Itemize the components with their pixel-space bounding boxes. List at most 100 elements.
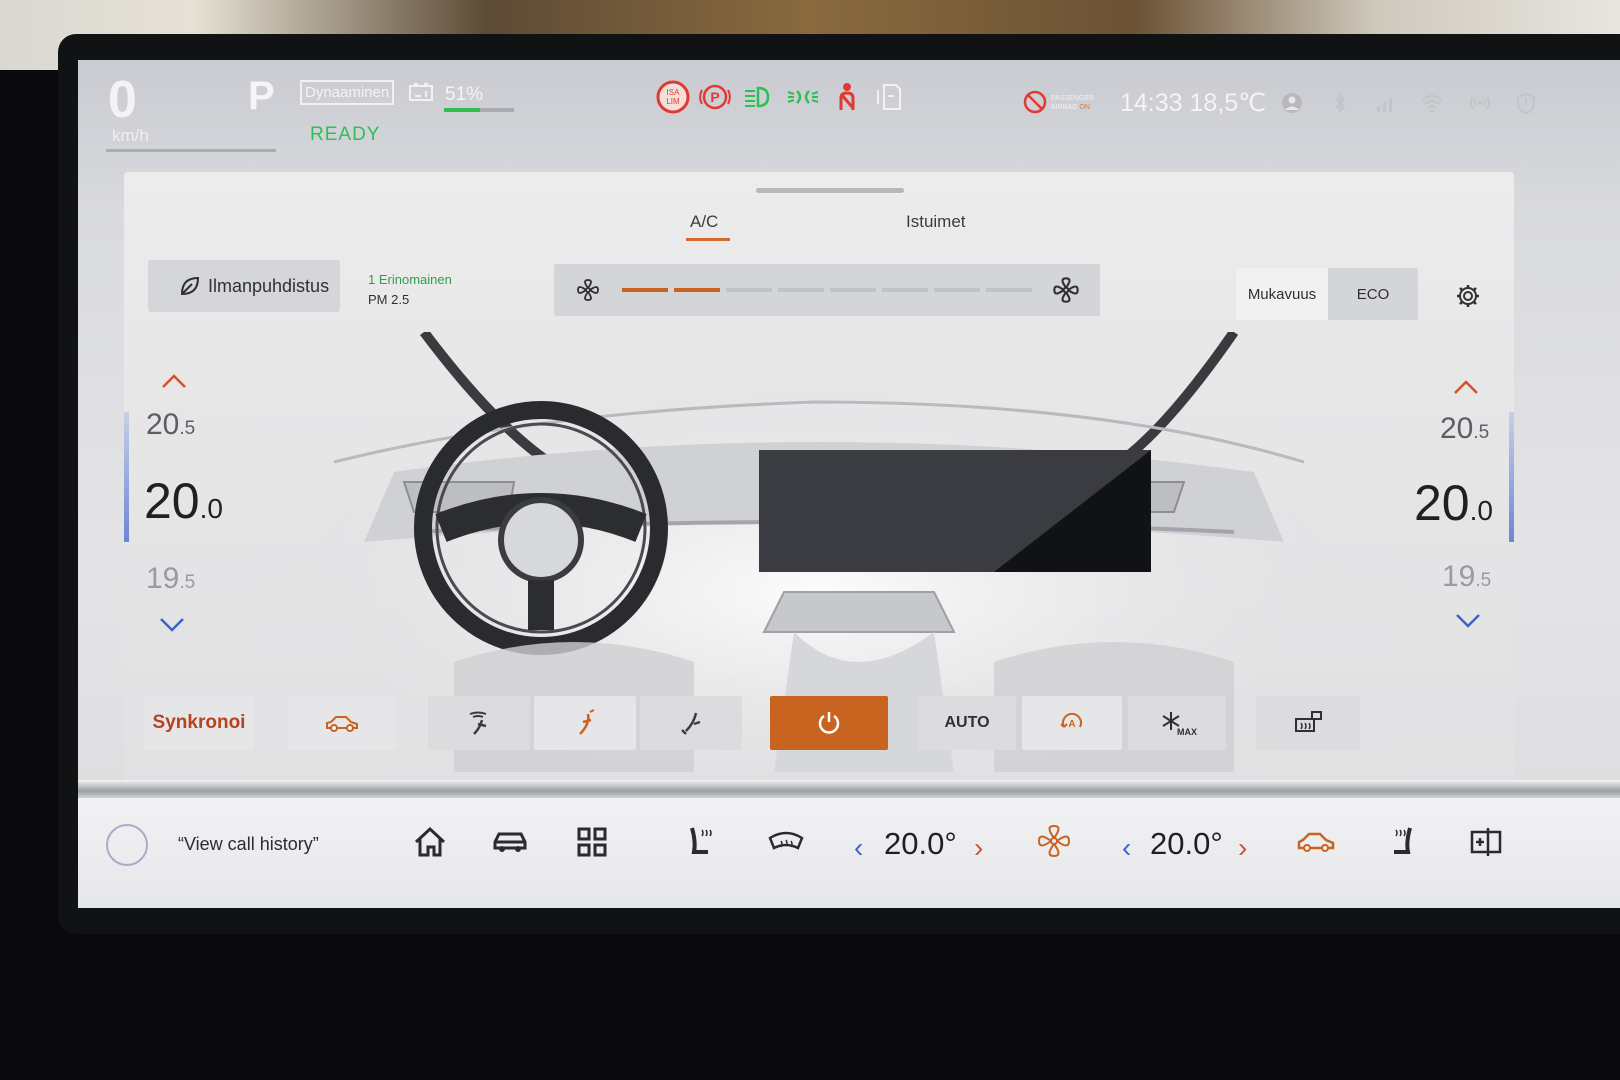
- climate-mode-toggle: Mukavuus ECO: [1236, 268, 1418, 320]
- rear-defrost-button[interactable]: [1256, 696, 1360, 750]
- right-temp-current-dec: .0: [1469, 495, 1493, 526]
- panel-drag-handle[interactable]: [756, 188, 904, 193]
- airflow-face-icon: [579, 709, 595, 735]
- left-temp-down-int: 19: [146, 562, 180, 595]
- speed-unit: km/h: [112, 126, 149, 145]
- air-quality-rating: 1 Erinomainen: [368, 272, 452, 287]
- fan-low-icon[interactable]: [576, 278, 600, 302]
- right-temp-edge: [1509, 412, 1514, 542]
- home-icon[interactable]: [410, 822, 450, 862]
- mode-eco-button[interactable]: ECO: [1328, 268, 1418, 320]
- right-temp-up-value[interactable]: 20.5: [1440, 412, 1489, 446]
- battery-icon: [409, 83, 433, 101]
- left-temp-down-dec: .5: [179, 572, 196, 593]
- connectivity-icon: [1470, 96, 1490, 110]
- infotainment-screen: 0 km/h P Dynaaminen READY 51% ISA LIM P: [78, 60, 1620, 908]
- auto-recirc-icon: A: [1060, 712, 1082, 730]
- sync-button[interactable]: Synkronoi: [144, 696, 254, 750]
- battery-level-fill: [444, 108, 480, 112]
- fan-speed-segment[interactable]: [934, 288, 980, 292]
- recirculation-button[interactable]: [288, 696, 396, 750]
- airflow-windshield-icon: [469, 711, 487, 735]
- fan-speed-segment[interactable]: [830, 288, 876, 292]
- airflow-face-button[interactable]: [534, 696, 636, 750]
- seatbelt-icon: [839, 83, 855, 110]
- left-temp-down-chevron-icon[interactable]: [158, 616, 186, 634]
- left-temp-up-chevron-icon[interactable]: [160, 372, 188, 390]
- left-temp-current-dec: .0: [199, 493, 223, 524]
- front-defrost-icon[interactable]: [766, 822, 806, 862]
- fan-speed-segment[interactable]: [986, 288, 1032, 292]
- clock-and-outside-temp: 14:33 18,5℃: [1120, 89, 1267, 117]
- voice-assistant-icon[interactable]: [106, 824, 148, 866]
- svg-text:LIM: LIM: [666, 97, 680, 106]
- security-shield-icon[interactable]: [1514, 92, 1538, 114]
- right-temp-down-chevron-icon[interactable]: [1454, 612, 1482, 630]
- auto-recirculation-button[interactable]: A: [1022, 696, 1122, 750]
- dock-right-temp-increase[interactable]: ›: [1238, 832, 1247, 864]
- svg-text:AIRBAG ON: AIRBAG ON: [1051, 104, 1090, 111]
- tab-active-indicator: [686, 238, 730, 241]
- auto-label: AUTO: [944, 714, 990, 731]
- parking-brake-icon: P: [699, 84, 731, 110]
- fan-icon[interactable]: [1034, 822, 1074, 862]
- right-temp-up-chevron-icon[interactable]: [1452, 378, 1480, 396]
- max-cooling-button[interactable]: MAX: [1128, 696, 1226, 750]
- svg-text:P: P: [710, 89, 719, 105]
- wifi-icon[interactable]: [1420, 92, 1444, 114]
- drive-mode-badge[interactable]: Dynaaminen: [300, 80, 395, 105]
- bottom-dock: “View call history” ‹ 20.0° › ‹ 20.0° ›: [78, 798, 1620, 908]
- airflow-face-defrost-button[interactable]: [428, 696, 530, 750]
- gear-icon[interactable]: [1454, 282, 1482, 310]
- right-temp-current-int: 20: [1414, 475, 1470, 531]
- low-beam-icon: [745, 86, 770, 108]
- car-icon[interactable]: [490, 822, 530, 862]
- airflow-feet-button[interactable]: [640, 696, 742, 750]
- fan-speed-segment[interactable]: [674, 288, 720, 292]
- apps-grid-icon[interactable]: [572, 822, 612, 862]
- fan-speed-segment[interactable]: [778, 288, 824, 292]
- left-temp-up-value[interactable]: 20.5: [146, 408, 195, 442]
- fan-speed-segment[interactable]: [882, 288, 928, 292]
- max-label: MAX: [1177, 727, 1197, 737]
- voice-hint[interactable]: “View call history”: [178, 834, 319, 855]
- right-temp-down-int: 19: [1442, 560, 1476, 593]
- bluetooth-icon[interactable]: [1328, 92, 1352, 114]
- mode-comfort-button[interactable]: Mukavuus: [1236, 268, 1328, 320]
- air-purify-button[interactable]: Ilmanpuhdistus: [148, 260, 340, 312]
- dock-right-temp-decrease[interactable]: ‹: [1122, 832, 1131, 864]
- ready-indicator: READY: [310, 124, 381, 145]
- left-temp-up-int: 20: [146, 408, 180, 441]
- fan-speed-slider[interactable]: [554, 264, 1100, 316]
- driver-seat-heat-icon[interactable]: [682, 822, 722, 862]
- position-lights-icon: [787, 90, 819, 104]
- user-profile-icon[interactable]: [1280, 92, 1304, 114]
- pm25-label: PM 2.5: [368, 292, 410, 307]
- right-temp-down-value[interactable]: 19.5: [1442, 560, 1491, 594]
- airflow-feet-icon: [681, 712, 701, 735]
- dock-left-temp-increase[interactable]: ›: [974, 832, 983, 864]
- isa-limit-icon: ISA LIM: [656, 80, 690, 114]
- passenger-seat-heat-icon[interactable]: [1382, 822, 1422, 862]
- ac-power-button[interactable]: [770, 696, 888, 750]
- tab-seats[interactable]: Istuimet: [906, 212, 966, 232]
- split-screen-icon[interactable]: [1466, 822, 1506, 862]
- car-recirculation-dock-icon[interactable]: [1296, 822, 1336, 862]
- fan-high-icon[interactable]: [1052, 276, 1080, 304]
- fan-speed-segment[interactable]: [726, 288, 772, 292]
- dock-left-temp-decrease[interactable]: ‹: [854, 832, 863, 864]
- tab-ac[interactable]: A/C: [690, 212, 718, 232]
- cellular-signal-icon: [1377, 98, 1392, 112]
- battery-level-bar: [444, 108, 514, 112]
- fan-speed-segment[interactable]: [622, 288, 668, 292]
- rear-defrost-icon: [1295, 711, 1322, 732]
- auto-button[interactable]: AUTO: [918, 696, 1016, 750]
- left-temp-current-int: 20: [144, 473, 200, 529]
- right-temp-up-dec: .5: [1473, 422, 1490, 443]
- speed-divider: [106, 149, 276, 152]
- right-temp-up-int: 20: [1440, 412, 1474, 445]
- left-temp-down-value[interactable]: 19.5: [146, 562, 195, 596]
- svg-text:PASSENGER: PASSENGER: [1051, 95, 1094, 102]
- battery-percent: 51%: [445, 84, 484, 105]
- status-bar: 0 km/h P Dynaaminen READY 51% ISA LIM P: [78, 60, 1620, 160]
